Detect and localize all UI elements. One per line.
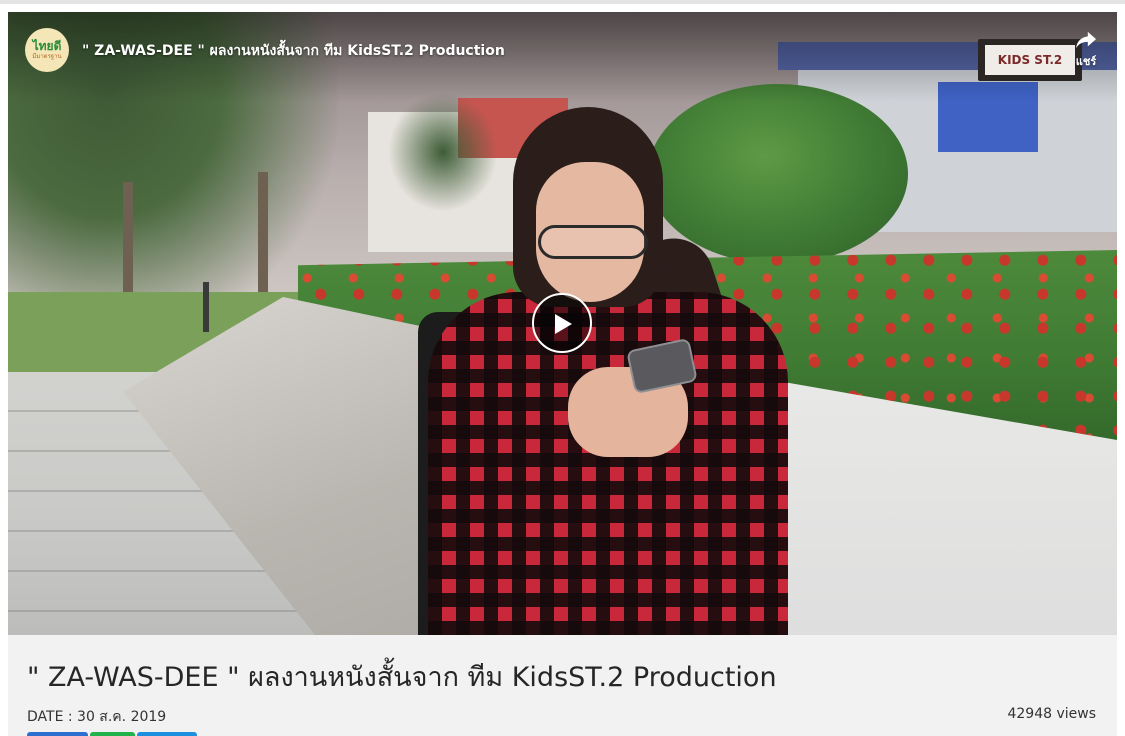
view-count: 42948 views: [1007, 706, 1096, 722]
video-title-link[interactable]: " ZA-WAS-DEE " ผลงานหนังสั้นจาก ทีม Kids…: [82, 40, 505, 62]
scene-person: [418, 107, 788, 635]
video-heading: " ZA-WAS-DEE " ผลงานหนังสั้นจาก ทีม Kids…: [27, 662, 777, 693]
channel-logo-text: ไทยดี: [32, 39, 62, 53]
publish-date: DATE : 30 ส.ค. 2019: [27, 709, 167, 725]
scene-trunk: [258, 172, 268, 307]
share-label: แชร์: [1075, 55, 1097, 68]
watermark-text: KIDS ST.2: [985, 45, 1075, 75]
scene-lamp: [203, 282, 209, 332]
social-share-bar: [27, 732, 197, 736]
person-glasses: [538, 225, 648, 259]
video-info-panel: " ZA-WAS-DEE " ผลงานหนังสั้นจาก ทีม Kids…: [8, 635, 1117, 736]
line-share-button[interactable]: [90, 732, 135, 736]
share-arrow-icon: [1076, 31, 1096, 49]
share-button[interactable]: แชร์: [1066, 30, 1106, 74]
facebook-share-button[interactable]: [27, 732, 88, 736]
top-divider: [0, 0, 1125, 4]
twitter-share-button[interactable]: [137, 732, 197, 736]
channel-logo[interactable]: ไทยดี มีมาตรฐาน: [25, 28, 69, 72]
play-icon: [555, 314, 572, 334]
person-shirt: [428, 292, 788, 635]
play-button[interactable]: [532, 293, 592, 353]
channel-logo-subtext: มีมาตรฐาน: [32, 53, 62, 60]
video-player[interactable]: ไทยดี มีมาตรฐาน " ZA-WAS-DEE " ผลงานหนัง…: [8, 12, 1117, 635]
